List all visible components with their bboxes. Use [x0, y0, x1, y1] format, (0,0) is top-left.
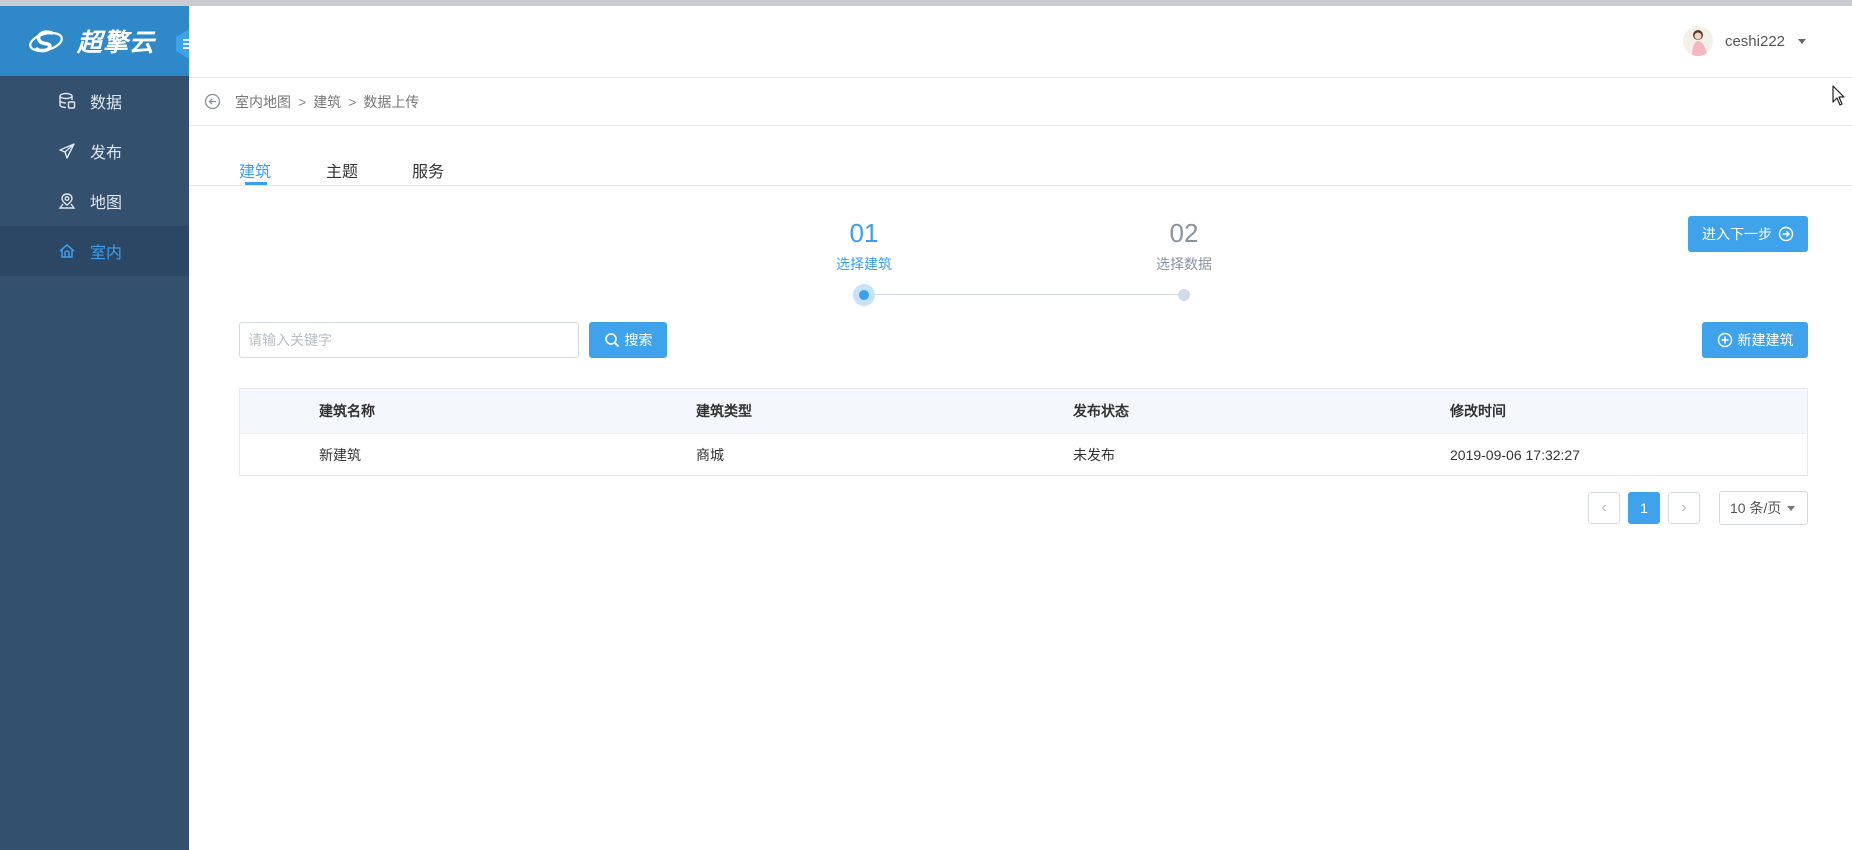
- back-arrow-icon[interactable]: [204, 93, 221, 110]
- sidebar-item-map[interactable]: 地图: [0, 176, 189, 226]
- top-header: ceshi222: [189, 0, 1852, 78]
- page-size-select[interactable]: 10 条/页: [1719, 491, 1808, 525]
- sidebar: 超擎云 数据 发布 地图 室内: [0, 0, 200, 850]
- plus-circle-icon: [1717, 332, 1732, 348]
- tab-building[interactable]: 建筑: [239, 158, 271, 182]
- chevron-left-icon: ‹: [1601, 499, 1607, 516]
- column-header: 建筑类型: [696, 403, 752, 419]
- step-progress-line: [868, 294, 1184, 295]
- brand-name: 超擎云: [77, 29, 156, 57]
- step-1-number: 01: [849, 218, 879, 248]
- table-cell: 商城: [696, 446, 724, 463]
- user-menu[interactable]: ceshi222: [1682, 26, 1806, 56]
- username: ceshi222: [1724, 32, 1785, 50]
- sidebar-nav: 数据 发布 地图 室内: [0, 76, 189, 276]
- sidebar-item-publish[interactable]: 发布: [0, 126, 189, 176]
- tab-service[interactable]: 服务: [412, 158, 444, 182]
- breadcrumb-item[interactable]: 建筑: [313, 92, 341, 112]
- search-icon: [604, 333, 619, 347]
- next-step-label: 进入下一步: [1702, 226, 1772, 242]
- table-header: 建筑名称 建筑类型 发布状态 修改时间: [240, 389, 1807, 433]
- paper-plane-icon: [59, 143, 75, 159]
- home-icon: [59, 244, 75, 258]
- page-size-value: 10 条/页: [1730, 500, 1782, 516]
- next-page-button[interactable]: ›: [1668, 492, 1700, 524]
- new-building-label: 新建建筑: [1737, 332, 1794, 348]
- breadcrumb-separator: >: [348, 93, 357, 110]
- database-icon: [59, 92, 76, 109]
- search-button[interactable]: 搜索: [589, 322, 667, 358]
- sidebar-item-label: 发布: [90, 145, 123, 162]
- page-button-current[interactable]: 1: [1628, 492, 1660, 524]
- logo-bar: 超擎云: [0, 6, 200, 76]
- table-cell: 新建筑: [319, 446, 361, 463]
- step-2-dot: [1178, 289, 1190, 301]
- search-input[interactable]: [239, 322, 579, 358]
- breadcrumb: 室内地图 > 建筑 > 数据上传: [189, 78, 1852, 126]
- prev-page-button[interactable]: ‹: [1588, 492, 1620, 524]
- step-2-label: 选择数据: [1156, 256, 1212, 272]
- map-pin-icon: [58, 193, 76, 209]
- arrow-right-circle-icon: [1778, 226, 1794, 242]
- tab-theme[interactable]: 主题: [326, 158, 358, 182]
- column-header: 发布状态: [1073, 403, 1129, 419]
- sidebar-item-label: 室内: [90, 245, 123, 262]
- sidebar-item-label: 数据: [90, 95, 123, 112]
- chevron-right-icon: ›: [1681, 499, 1687, 516]
- sidebar-item-indoor[interactable]: 室内: [0, 226, 189, 276]
- breadcrumb-item: 数据上传: [363, 93, 420, 110]
- column-header: 建筑名称: [319, 403, 375, 419]
- column-header: 修改时间: [1450, 403, 1506, 419]
- chevron-down-icon: [1798, 38, 1806, 44]
- table-cell: 未发布: [1073, 446, 1115, 463]
- logo-icon: [29, 30, 63, 53]
- breadcrumb-item[interactable]: 室内地图: [235, 92, 291, 112]
- sidebar-item-data[interactable]: 数据: [0, 76, 189, 126]
- step-2-number: 02: [1169, 218, 1199, 248]
- sidebar-item-label: 地图: [90, 195, 123, 212]
- table-cell: 2019-09-06 17:32:27: [1450, 446, 1580, 463]
- tab-active-indicator: [245, 182, 267, 185]
- breadcrumb-separator: >: [298, 93, 307, 110]
- step-1-dot: [853, 284, 875, 306]
- building-table: 建筑名称 建筑类型 发布状态 修改时间 新建筑 商城 未发布 2019-09-0…: [239, 388, 1808, 476]
- search-button-label: 搜索: [624, 332, 653, 348]
- table-row[interactable]: 新建筑 商城 未发布 2019-09-06 17:32:27: [240, 433, 1807, 475]
- chevron-down-icon: [1787, 505, 1796, 511]
- new-building-button[interactable]: 新建建筑: [1702, 322, 1808, 358]
- step-1-label: 选择建筑: [836, 256, 892, 272]
- tab-bar: 建筑 主题 服务: [189, 126, 1852, 186]
- next-step-button[interactable]: 进入下一步: [1688, 216, 1808, 252]
- avatar: [1682, 26, 1713, 56]
